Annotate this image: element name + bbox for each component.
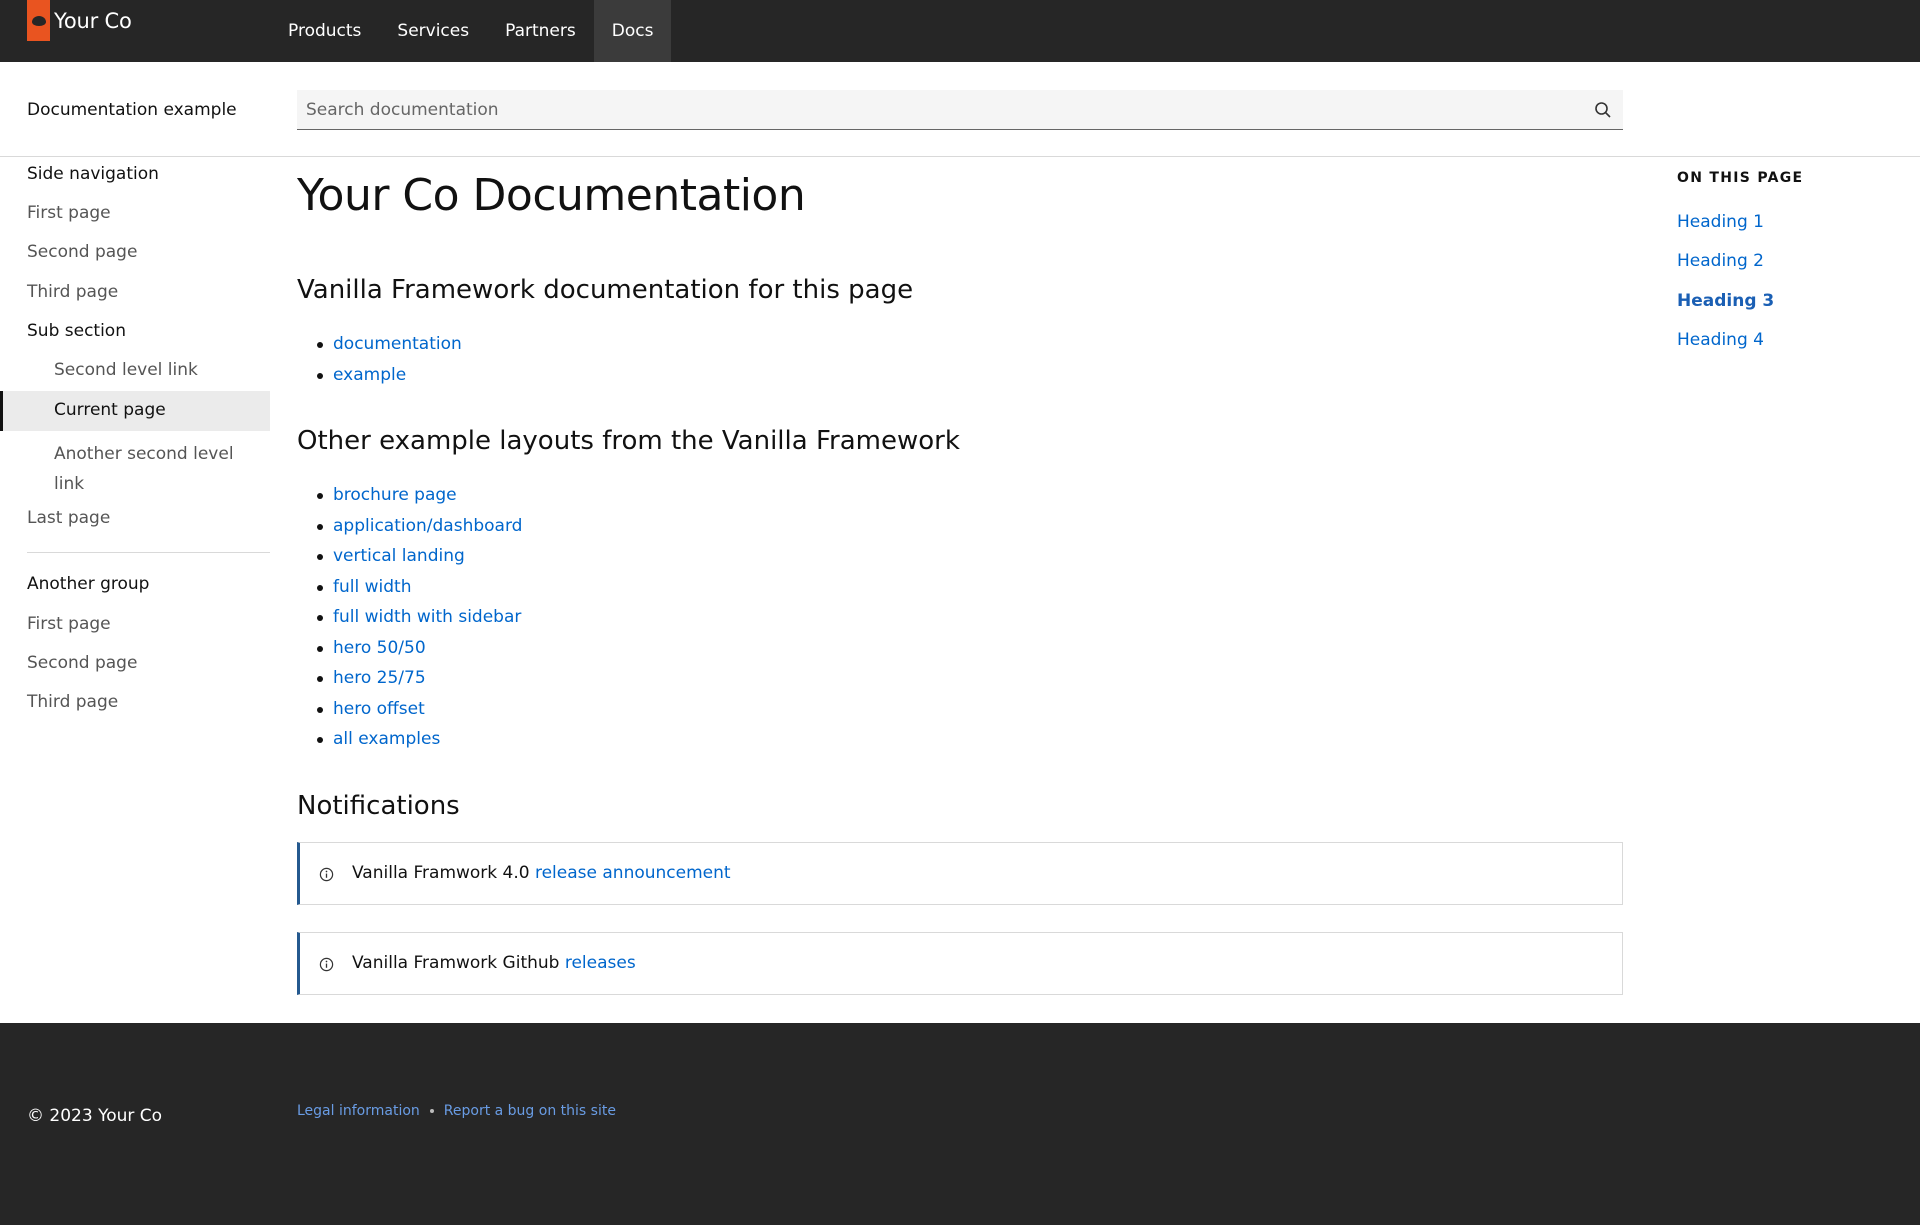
nav-item-partners[interactable]: Partners: [487, 0, 594, 62]
side-nav-sub-section: Sub section: [27, 321, 126, 341]
search-icon[interactable]: [1593, 100, 1613, 120]
link-full-width[interactable]: full width: [333, 577, 411, 597]
notification-github: Vanilla Framwork Github releases: [297, 932, 1623, 995]
link-brochure-page[interactable]: brochure page: [333, 485, 457, 505]
list-item: hero offset: [297, 694, 522, 725]
side-nav-first-page[interactable]: First page: [27, 203, 111, 223]
notification-message: Vanilla Framwork 4.0: [352, 863, 535, 883]
list-item: full width: [297, 572, 522, 603]
side-nav-last-page[interactable]: Last page: [27, 508, 110, 528]
nav-item-products[interactable]: Products: [270, 0, 379, 62]
side-nav-second-level-link[interactable]: Second level link: [54, 360, 198, 380]
top-navigation: Your Co Products Services Partners Docs: [0, 0, 1920, 62]
link-release-announcement[interactable]: release announcement: [535, 863, 731, 883]
link-hero-25-75[interactable]: hero 25/75: [333, 668, 426, 688]
notification-text: Vanilla Framwork 4.0 release announcemen…: [352, 863, 731, 883]
link-all-examples[interactable]: all examples: [333, 729, 440, 749]
brand-logo[interactable]: Your Co: [27, 0, 132, 41]
list-item: full width with sidebar: [297, 602, 522, 633]
notification-text: Vanilla Framwork Github releases: [352, 953, 636, 973]
toc-title: ON THIS PAGE: [1677, 170, 1804, 186]
info-icon: [319, 867, 334, 882]
list-item: brochure page: [297, 480, 522, 511]
link-hero-50-50[interactable]: hero 50/50: [333, 638, 426, 658]
list-item: hero 50/50: [297, 633, 522, 664]
footer-separator: [429, 1109, 434, 1113]
toc-link-heading-4[interactable]: Heading 4: [1677, 330, 1764, 350]
side-nav-third-page[interactable]: Third page: [27, 282, 118, 302]
list-item: all examples: [297, 724, 522, 755]
link-hero-offset[interactable]: hero offset: [333, 699, 425, 719]
nav-item-services[interactable]: Services: [379, 0, 487, 62]
list-item: application/dashboard: [297, 511, 522, 542]
brand-name: Your Co: [54, 8, 132, 33]
list-item: vertical landing: [297, 541, 522, 572]
footer: © 2023 Your Co Legal information Report …: [0, 1023, 1920, 1225]
docs-site-title[interactable]: Documentation example: [27, 100, 237, 120]
side-nav-group-third-page[interactable]: Third page: [27, 692, 118, 712]
list-item: hero 25/75: [297, 663, 522, 694]
search-box: [297, 90, 1623, 130]
copyright: © 2023 Your Co: [27, 1106, 163, 1126]
side-nav-second-page[interactable]: Second page: [27, 242, 137, 262]
side-nav-current-page-label: Current page: [54, 400, 166, 420]
notification-release: Vanilla Framwork 4.0 release announcemen…: [297, 842, 1623, 905]
toc-link-heading-2[interactable]: Heading 2: [1677, 251, 1764, 271]
side-nav-group-first-page[interactable]: First page: [27, 614, 111, 634]
list-item: documentation: [297, 329, 462, 360]
link-releases[interactable]: releases: [565, 953, 636, 973]
page-title: Your Co Documentation: [297, 170, 806, 221]
toc-link-heading-3[interactable]: Heading 3: [1677, 291, 1774, 311]
docs-header: Documentation example: [0, 62, 1920, 157]
side-nav-another-second-level-link[interactable]: Another second level link: [54, 439, 244, 499]
toc-link-heading-1[interactable]: Heading 1: [1677, 212, 1764, 232]
link-documentation[interactable]: documentation: [333, 334, 462, 354]
link-full-width-with-sidebar[interactable]: full width with sidebar: [333, 607, 521, 627]
side-nav-heading: Side navigation: [27, 164, 159, 184]
section-heading-docs: Vanilla Framework documentation for this…: [297, 275, 914, 305]
layouts-link-list: brochure page application/dashboard vert…: [297, 480, 522, 755]
logo-tag-icon: [27, 0, 50, 41]
footer-link-report-bug[interactable]: Report a bug on this site: [444, 1103, 616, 1119]
nav-item-docs[interactable]: Docs: [593, 0, 672, 62]
side-nav-group-second-page[interactable]: Second page: [27, 653, 137, 673]
side-nav-group-heading: Another group: [27, 574, 150, 594]
link-application-dashboard[interactable]: application/dashboard: [333, 516, 522, 536]
main-nav: Products Services Partners Docs: [270, 0, 672, 62]
section-heading-notifications: Notifications: [297, 791, 460, 821]
link-vertical-landing[interactable]: vertical landing: [333, 546, 465, 566]
info-icon: [319, 957, 334, 972]
link-example[interactable]: example: [333, 365, 406, 385]
footer-links: Legal information Report a bug on this s…: [297, 1103, 616, 1119]
side-nav-current-page[interactable]: Current page: [0, 391, 270, 431]
notification-message: Vanilla Framwork Github: [352, 953, 565, 973]
side-nav-divider: [27, 552, 270, 553]
footer-link-legal[interactable]: Legal information: [297, 1103, 420, 1119]
docs-link-list: documentation example: [297, 329, 462, 390]
section-heading-layouts: Other example layouts from the Vanilla F…: [297, 426, 960, 456]
search-input[interactable]: [297, 90, 1577, 129]
list-item: example: [297, 360, 462, 391]
